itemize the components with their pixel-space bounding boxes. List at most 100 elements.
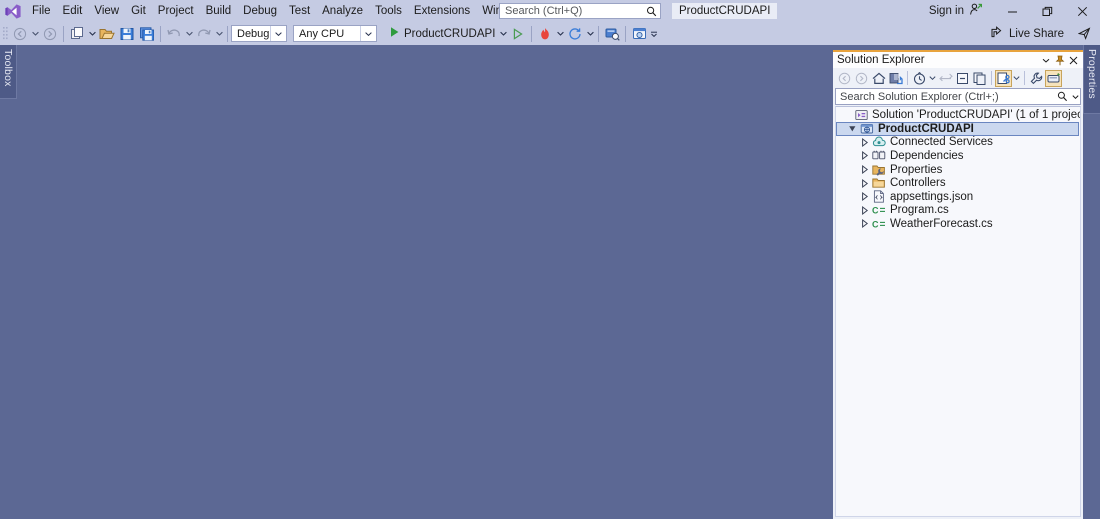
- se-toolbar-separator: [991, 71, 992, 85]
- panel-pin-icon[interactable]: [1053, 53, 1066, 67]
- solution-explorer-search-dropdown-icon[interactable]: [1070, 94, 1080, 99]
- tree-row-controllers[interactable]: Controllers: [836, 176, 1080, 190]
- live-visual-tree-icon[interactable]: [629, 24, 649, 44]
- se-view-designer-icon[interactable]: [1045, 69, 1062, 87]
- tree-expander-collapsed-icon[interactable]: [858, 137, 871, 147]
- se-properties-wrench-icon[interactable]: [1028, 70, 1045, 87]
- search-input[interactable]: [500, 4, 643, 18]
- maximize-restore-button[interactable]: [1030, 0, 1065, 22]
- tree-row-weatherforecast-cs[interactable]: C WeatherForecast.cs: [836, 217, 1080, 231]
- start-debugging-dropdown-icon[interactable]: [498, 24, 508, 44]
- menu-item-view[interactable]: View: [88, 0, 125, 22]
- toolbar-overflow-icon[interactable]: [649, 24, 659, 44]
- navigate-forward-icon[interactable]: [40, 24, 60, 44]
- tree-expander-collapsed-icon[interactable]: [858, 151, 871, 161]
- global-search-box[interactable]: [499, 3, 661, 19]
- properties-tab[interactable]: Properties: [1083, 45, 1100, 114]
- menu-item-extensions[interactable]: Extensions: [408, 0, 476, 22]
- json-file-icon: [871, 190, 887, 203]
- tree-row-project[interactable]: ProductCRUDAPI: [836, 121, 1079, 136]
- undo-icon[interactable]: [164, 24, 184, 44]
- solution-explorer-search-icon[interactable]: [1054, 91, 1070, 102]
- live-share-button[interactable]: Live Share: [987, 24, 1067, 44]
- restart-dropdown-icon[interactable]: [585, 24, 595, 44]
- menu-item-tools[interactable]: Tools: [369, 0, 408, 22]
- tree-expander-collapsed-icon[interactable]: [858, 205, 871, 215]
- solution-explorer-toolbar: [833, 68, 1083, 88]
- chevron-down-icon[interactable]: [360, 26, 376, 41]
- tree-expander-collapsed-icon[interactable]: [858, 178, 871, 188]
- window-controls: [995, 0, 1100, 22]
- menu-item-project[interactable]: Project: [152, 0, 200, 22]
- chevron-down-icon[interactable]: [270, 26, 286, 41]
- se-refresh-icon[interactable]: [937, 70, 954, 87]
- tree-expander-collapsed-icon[interactable]: [858, 165, 871, 175]
- toolbar-drag-handle[interactable]: [1, 25, 10, 43]
- start-without-debugging-icon[interactable]: [508, 24, 528, 44]
- menu-item-analyze[interactable]: Analyze: [316, 0, 369, 22]
- toolbox-tab[interactable]: Toolbox: [0, 45, 17, 99]
- search-icon[interactable]: [643, 4, 660, 18]
- save-icon[interactable]: [117, 24, 137, 44]
- tree-expander-collapsed-icon[interactable]: [858, 192, 871, 202]
- navigate-back-dropdown-icon[interactable]: [30, 24, 40, 44]
- redo-dropdown-icon[interactable]: [214, 24, 224, 44]
- solution-configuration-dropdown[interactable]: Debug: [231, 25, 287, 42]
- standard-toolbar: Debug Any CPU ProductCRUDAPI Live Share: [0, 22, 1100, 45]
- se-pending-changes-dropdown-icon[interactable]: [928, 70, 937, 87]
- se-home-icon[interactable]: [870, 70, 887, 87]
- editor-document-area: [17, 45, 833, 519]
- se-back-circle-icon[interactable]: [836, 70, 853, 87]
- tree-row-program-cs[interactable]: C Program.cs: [836, 204, 1080, 218]
- new-project-dropdown-icon[interactable]: [87, 24, 97, 44]
- menu-item-edit[interactable]: Edit: [57, 0, 89, 22]
- left-dock-strip: Toolbox: [0, 45, 17, 519]
- hot-reload-dropdown-icon[interactable]: [555, 24, 565, 44]
- start-debugging-button[interactable]: ProductCRUDAPI: [385, 24, 498, 44]
- select-element-icon[interactable]: [602, 24, 622, 44]
- restart-icon[interactable]: [565, 24, 585, 44]
- se-forward-circle-icon[interactable]: [853, 70, 870, 87]
- undo-dropdown-icon[interactable]: [184, 24, 194, 44]
- tree-row-solution[interactable]: Solution 'ProductCRUDAPI' (1 of 1 projec…: [836, 108, 1080, 122]
- solution-name-chip[interactable]: ProductCRUDAPI: [672, 3, 778, 19]
- save-all-icon[interactable]: [137, 24, 157, 44]
- open-file-icon[interactable]: [97, 24, 117, 44]
- solution-explorer-title: Solution Explorer: [837, 54, 925, 66]
- tree-row-dependencies[interactable]: Dependencies: [836, 149, 1080, 163]
- send-feedback-icon[interactable]: [1074, 24, 1094, 44]
- se-collapse-all-icon[interactable]: [954, 70, 971, 87]
- toolbar-separator: [531, 25, 533, 42]
- menu-item-test[interactable]: Test: [283, 0, 316, 22]
- solution-explorer-search-input[interactable]: [836, 88, 1054, 105]
- redo-icon[interactable]: [194, 24, 214, 44]
- navigate-back-icon[interactable]: [10, 24, 30, 44]
- menu-item-git[interactable]: Git: [125, 0, 152, 22]
- sign-in-button[interactable]: Sign in: [929, 0, 982, 22]
- se-show-all-files-icon[interactable]: [971, 70, 988, 87]
- right-dock-strip: Properties: [1083, 45, 1100, 519]
- tree-expander-expanded-icon[interactable]: [846, 124, 859, 133]
- menu-item-build[interactable]: Build: [200, 0, 238, 22]
- tree-label-appsettings-json: appsettings.json: [890, 190, 974, 203]
- se-preview-selected-items-icon[interactable]: [995, 69, 1012, 87]
- panel-close-icon[interactable]: [1067, 53, 1080, 67]
- menu-item-debug[interactable]: Debug: [237, 0, 283, 22]
- solution-explorer-search-box[interactable]: [835, 88, 1081, 105]
- tree-row-properties[interactable]: Properties: [836, 163, 1080, 177]
- solution-platform-dropdown[interactable]: Any CPU: [293, 25, 377, 42]
- toolbox-tab-label: Toolbox: [2, 49, 14, 87]
- tree-expander-collapsed-icon[interactable]: [858, 219, 871, 229]
- panel-menu-chevron-down-icon[interactable]: [1039, 53, 1052, 67]
- tree-label-properties: Properties: [890, 163, 943, 176]
- tree-row-appsettings-json[interactable]: appsettings.json: [836, 190, 1080, 204]
- close-button[interactable]: [1065, 0, 1100, 22]
- se-sync-with-active-document-icon[interactable]: [887, 70, 904, 87]
- tree-row-connected-services[interactable]: Connected Services: [836, 136, 1080, 150]
- hot-reload-icon[interactable]: [535, 24, 555, 44]
- menu-item-file[interactable]: File: [26, 0, 57, 22]
- minimize-button[interactable]: [995, 0, 1030, 22]
- new-project-icon[interactable]: [67, 24, 87, 44]
- se-pending-changes-filter-icon[interactable]: [911, 70, 928, 87]
- se-preview-selected-dropdown-icon[interactable]: [1012, 70, 1021, 87]
